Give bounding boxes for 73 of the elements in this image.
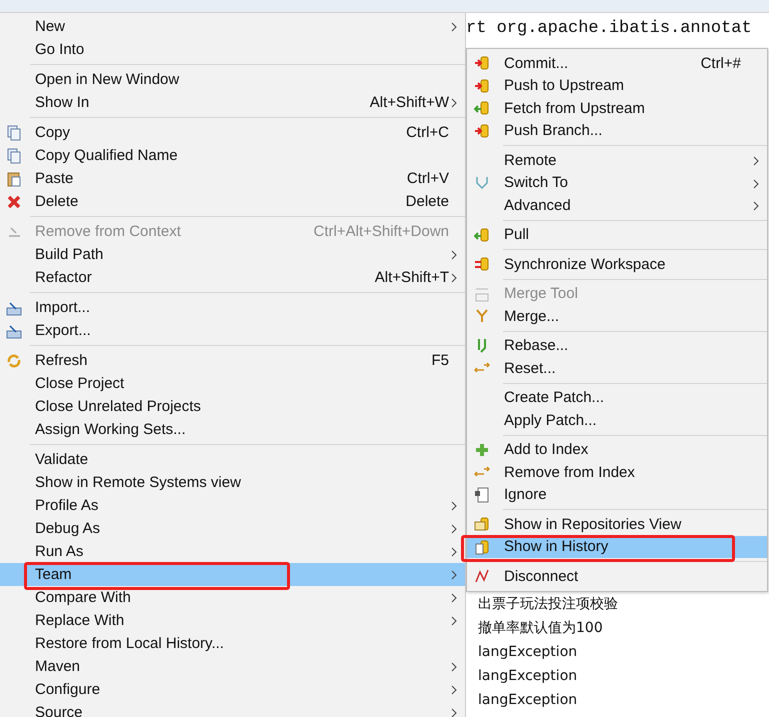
import-icon	[6, 322, 22, 338]
menu-item[interactable]: Open in New Window	[0, 68, 465, 91]
menu-item[interactable]: Profile As	[0, 494, 465, 517]
menu-item[interactable]: Export...	[0, 319, 465, 342]
menu-item[interactable]: Run As	[0, 540, 465, 563]
menu-item[interactable]: Delete Delete	[0, 190, 465, 213]
menu-item[interactable]: Copy Qualified Name	[0, 144, 465, 167]
commit-message[interactable]: langException	[478, 664, 769, 688]
doc-icon	[474, 486, 490, 503]
menu-item[interactable]: Show In Alt+Shift+W	[0, 91, 465, 114]
commit-message[interactable]: langException	[478, 688, 769, 712]
menu-item[interactable]: Remote	[467, 149, 767, 172]
repo-doc-icon	[474, 538, 490, 555]
menu-item[interactable]: Apply Patch...	[467, 409, 767, 432]
refresh-icon	[6, 352, 22, 368]
menu-item[interactable]: Go Into	[0, 38, 465, 61]
repo-fetch-icon	[474, 100, 490, 116]
disconnect-icon	[474, 568, 490, 584]
menu-item[interactable]: Restore from Local History...	[0, 632, 465, 655]
menu-item[interactable]: Maven	[0, 655, 465, 678]
x-icon	[6, 194, 22, 210]
menu-item[interactable]: Replace With	[0, 609, 465, 632]
menu-item[interactable]: Synchronize Workspace	[467, 253, 767, 276]
copy-icon	[6, 124, 22, 140]
repo-folder-icon	[474, 516, 490, 532]
menu-item[interactable]: Source	[0, 701, 465, 717]
menu-item[interactable]: Close Project	[0, 372, 465, 395]
mergetool-icon	[474, 286, 490, 302]
menu-item[interactable]: New	[0, 15, 465, 38]
code-line: rt org.apache.ibatis.annotat	[466, 18, 753, 38]
menu-item[interactable]: Remove from Index	[467, 461, 767, 484]
menu-item[interactable]: Create Patch...	[467, 386, 767, 409]
menu-item[interactable]: Merge...	[467, 305, 767, 328]
repo-push-icon	[474, 55, 490, 72]
menu-item[interactable]: Pull	[467, 224, 767, 246]
menu-item[interactable]: Refactor Alt+Shift+T	[0, 266, 465, 289]
menu-item[interactable]: Debug As	[0, 517, 465, 540]
repo-sync-icon	[474, 256, 490, 272]
menu-item[interactable]: Show in Remote Systems view	[0, 471, 465, 494]
menu-item[interactable]: Build Path	[0, 243, 465, 266]
menu-item[interactable]: Configure	[0, 678, 465, 701]
menu-item[interactable]: Reset...	[467, 357, 767, 380]
menu-item[interactable]: Assign Working Sets...	[0, 418, 465, 441]
menu-item[interactable]: Team	[0, 563, 465, 586]
repo-push-icon	[474, 78, 490, 94]
menu-item[interactable]: Import...	[0, 296, 465, 319]
repo-fetch-icon	[474, 226, 490, 243]
commit-message[interactable]: 出票子玩法投注项校验	[478, 592, 769, 616]
commit-message[interactable]: 撤单率默认值为100	[478, 616, 769, 640]
menu-item[interactable]: Compare With	[0, 586, 465, 609]
repo-push-icon	[474, 122, 490, 139]
paste-icon	[6, 170, 22, 186]
menu-item[interactable]: Disconnect	[467, 565, 767, 588]
menu-item[interactable]: Push to Upstream	[467, 74, 767, 97]
menu-item[interactable]: Refresh F5	[0, 349, 465, 372]
menu-item[interactable]: Validate	[0, 448, 465, 471]
menu-item[interactable]: Switch To	[467, 172, 767, 194]
menu-item[interactable]: Copy Ctrl+C	[0, 121, 465, 144]
menu-item[interactable]: Commit... Ctrl+#	[467, 52, 767, 74]
plus-icon	[474, 442, 490, 458]
menu-item[interactable]: Add to Index	[467, 438, 767, 461]
import-icon	[6, 300, 22, 316]
commit-message[interactable]: langException	[478, 640, 769, 664]
merge-icon	[474, 308, 490, 324]
menu-item[interactable]: Push Branch...	[467, 120, 767, 142]
copy-icon	[6, 148, 22, 164]
menu-item[interactable]: Ignore	[467, 484, 767, 506]
menu-item[interactable]: Rebase...	[467, 334, 767, 357]
menu-item[interactable]: Show in Repositories View	[467, 513, 767, 536]
menu-item[interactable]: Advanced	[467, 194, 767, 216]
menu-item[interactable]: Close Unrelated Projects	[0, 395, 465, 418]
menu-item[interactable]: Fetch from Upstream	[467, 97, 767, 120]
menu-item[interactable]: Paste Ctrl+V	[0, 167, 465, 190]
